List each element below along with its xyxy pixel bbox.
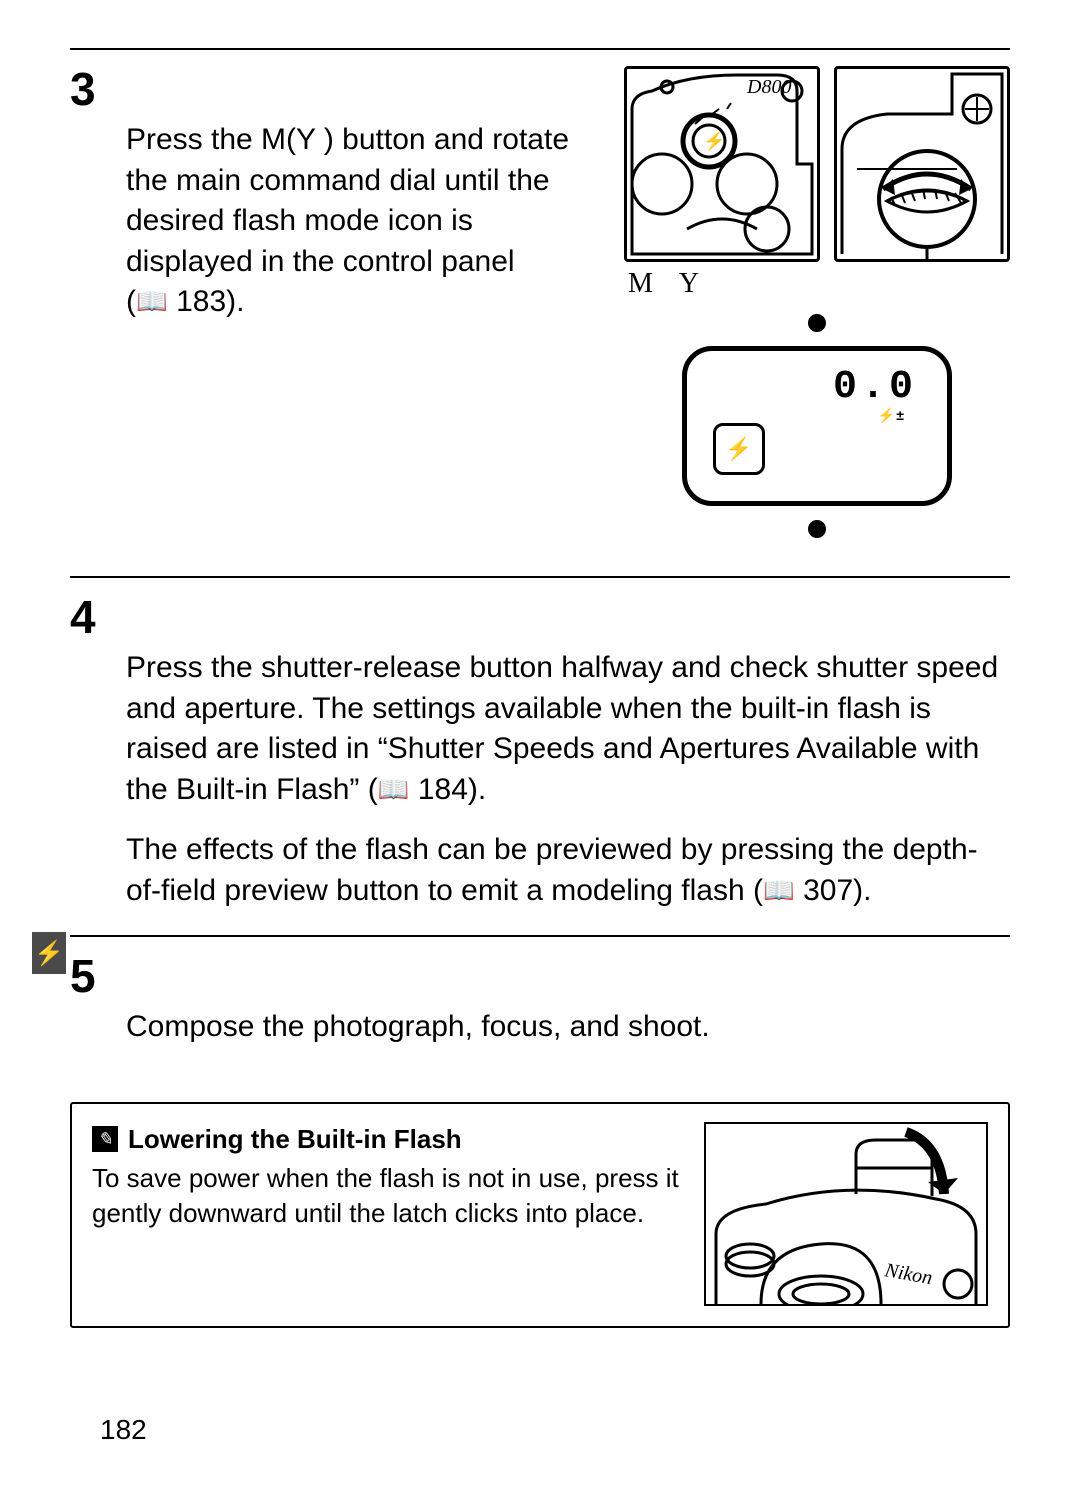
command-dial-lineart-icon (837, 69, 1007, 259)
svg-text:⚡: ⚡ (703, 130, 725, 152)
step-4-p1-ref: 184). (418, 773, 486, 806)
note-lowering-flash: ✎ Lowering the Built-in Flash To save po… (70, 1102, 1010, 1328)
book-icon: 📖 (136, 288, 168, 316)
page-number: 182 (100, 1414, 147, 1446)
step-4-p2-ref: 307). (803, 874, 871, 907)
note-text-column: ✎ Lowering the Built-in Flash To save po… (92, 1122, 686, 1231)
step-3-text-column: 3 Choose a flash mode. Press the M(Y ) b… (70, 66, 604, 552)
command-dial-figure (834, 66, 1010, 262)
camera-top-lineart-icon: D800 ⚡ (627, 69, 817, 259)
chapter-flash-tab-icon: ⚡ (32, 932, 66, 974)
note-title: Lowering the Built-in Flash (128, 1122, 462, 1157)
step-4-body: Press the shutter-release button halfway… (70, 648, 1010, 911)
note-pencil-icon: ✎ (92, 1126, 118, 1152)
manual-page: 3 Choose a flash mode. Press the M(Y ) b… (0, 0, 1080, 1486)
camera-top-figure: D800 ⚡ (624, 66, 820, 300)
step-3-page-ref: 183). (176, 285, 244, 318)
lower-flash-lineart-icon: Nikon (706, 1124, 986, 1304)
svg-text:Nikon: Nikon (882, 1259, 934, 1289)
svg-text:D800: D800 (746, 76, 791, 98)
step-3-body: Press the M(Y ) button and rotate the ma… (70, 120, 604, 323)
lcd-flash-comp-icon: ⚡± (878, 407, 905, 424)
book-icon: 📖 (378, 776, 410, 804)
step-5-body: Compose the photograph, focus, and shoot… (70, 1007, 1010, 1048)
step-3-number: 3 (70, 66, 96, 112)
step-5-heading: 5 Take the picture. (70, 953, 1010, 999)
step-3-heading: 3 Choose a flash mode. (70, 66, 604, 112)
connector-dot-icon (808, 314, 826, 332)
step-5-body-text: Compose the photograph, focus, and shoot… (126, 1007, 1010, 1048)
step-4-heading: 4 Check exposure (shutter speed and aper… (70, 594, 1010, 640)
step-3: 3 Choose a flash mode. Press the M(Y ) b… (70, 50, 1010, 576)
control-panel-figure: 0.0 ⚡± ⚡ (682, 346, 952, 506)
step-4: 4 Check exposure (shutter speed and aper… (70, 578, 1010, 935)
step-5-number: 5 (70, 953, 96, 999)
book-icon: 📖 (763, 877, 795, 905)
flash-button-label: M Y (628, 268, 820, 300)
step-5: 5 Take the picture. Compose the photogra… (70, 937, 1010, 1072)
lcd-value: 0.0 (833, 365, 917, 410)
note-camera-illustration: Nikon (704, 1122, 988, 1306)
note-body: To save power when the flash is not in u… (92, 1161, 686, 1231)
lcd-flash-mode-icon: ⚡ (713, 423, 765, 475)
step-4-number: 4 (70, 594, 96, 640)
step-4-p1-text: Press the shutter-release button halfway… (126, 651, 998, 806)
step-3-figures: D800 ⚡ (624, 66, 1010, 552)
connector-dot-icon (808, 520, 826, 538)
